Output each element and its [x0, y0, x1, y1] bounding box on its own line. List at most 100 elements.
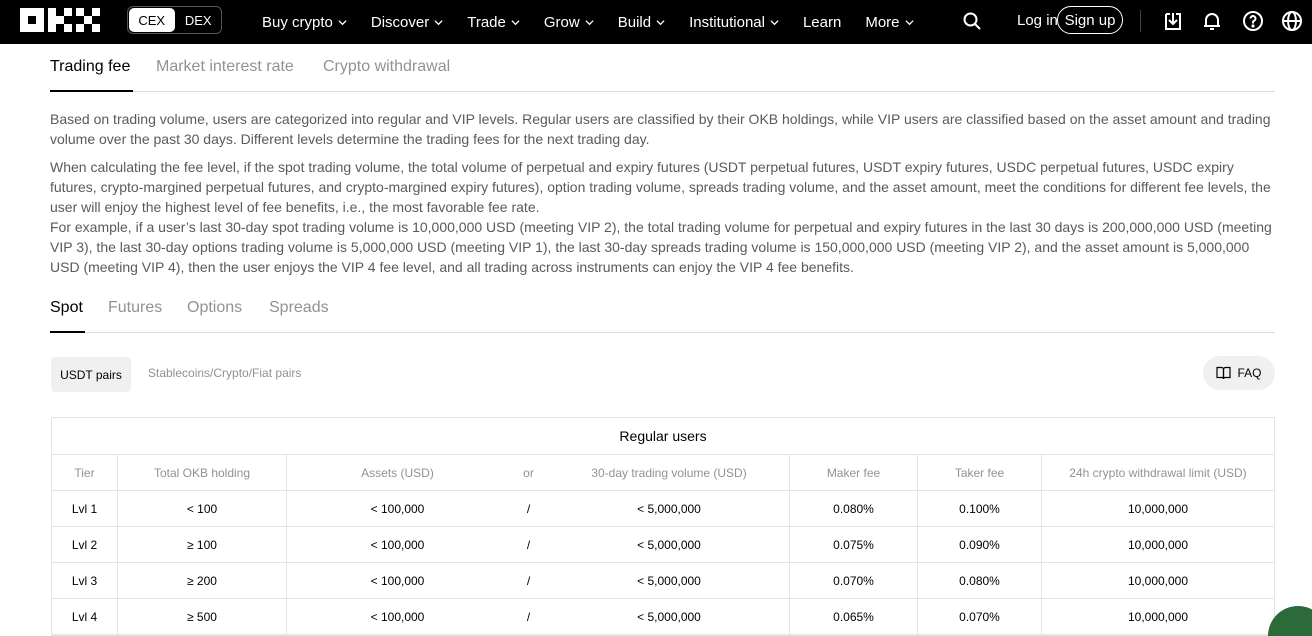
chevron-down-icon — [904, 19, 914, 25]
header-withdrawal-limit: 24h crypto withdrawal limit (USD) — [1069, 465, 1247, 480]
faq-label: FAQ — [1237, 366, 1262, 380]
cell-taker-fee: 0.070% — [918, 599, 1042, 634]
tab-market-interest-rate[interactable]: Market interest rate — [156, 58, 294, 76]
exchange-toggle: CEX DEX — [127, 6, 222, 34]
fee-tabs: Trading fee Market interest rate Crypto … — [50, 56, 1275, 92]
cell-tier: Lvl 2 — [52, 527, 118, 562]
header-okb-holding: Total OKB holding — [118, 455, 287, 490]
active-tab-indicator — [50, 331, 85, 333]
nav-label: Grow — [543, 13, 580, 31]
cell-assets: < 100,000 — [370, 609, 425, 624]
cell-tier: Lvl 1 — [52, 491, 118, 526]
help-icon[interactable] — [1242, 10, 1264, 32]
header-taker-fee: Taker fee — [918, 455, 1042, 490]
cex-toggle[interactable]: CEX — [129, 8, 175, 32]
cell-assets: < 100,000 — [370, 537, 425, 552]
filter-usdt-pairs[interactable]: USDT pairs — [51, 357, 131, 392]
faq-button[interactable]: FAQ — [1203, 356, 1275, 390]
active-tab-indicator — [50, 90, 133, 92]
cell-assets: < 100,000 — [370, 573, 425, 588]
nav-buy-crypto[interactable]: Buy crypto — [262, 14, 347, 31]
cell-maker-fee: 0.075% — [790, 527, 918, 562]
nav-more[interactable]: More — [865, 13, 914, 31]
main-menu: Buy crypto Discover Trade Grow Build Institut… — [262, 0, 938, 44]
cell-withdrawal-limit: 10,000,000 — [1127, 537, 1189, 552]
globe-icon[interactable] — [1281, 10, 1303, 32]
nav-learn[interactable]: Learn — [803, 14, 841, 31]
table-row: Lvl 4 ≥ 500 < 100,000 / < 5,000,000 0.065% 0.0… — [52, 599, 1274, 635]
nav-label: Discover — [370, 13, 430, 31]
chevron-down-icon — [770, 19, 779, 25]
cell-trading-volume: < 5,000,000 — [549, 563, 790, 598]
search-icon[interactable] — [962, 11, 982, 31]
chevron-down-icon — [434, 19, 443, 25]
nav-label: Trade — [467, 13, 506, 31]
cell-taker-fee: 0.080% — [918, 563, 1042, 598]
cell-withdrawal-limit: 10,000,000 — [1127, 609, 1189, 624]
intro-paragraph-2: When calculating the fee level, if the s… — [50, 159, 1271, 215]
book-icon — [1216, 366, 1232, 380]
tab-spreads[interactable]: Spreads — [269, 299, 329, 317]
cell-maker-fee: 0.065% — [790, 599, 918, 634]
cell-withdrawal-limit: 10,000,000 — [1127, 573, 1189, 588]
table-row: Lvl 3 ≥ 200 < 100,000 / < 5,000,000 0.070% 0.0… — [52, 563, 1274, 599]
tab-options[interactable]: Options — [187, 299, 242, 317]
header-or: or — [523, 465, 534, 480]
intro-paragraph-1: Based on trading volume, users are categ… — [50, 111, 1271, 147]
tab-trading-fee[interactable]: Trading fee — [50, 58, 130, 76]
table-caption: Regular users — [52, 418, 1274, 455]
cell-or: / — [526, 609, 531, 624]
nav-build[interactable]: Build — [618, 14, 665, 31]
nav-discover[interactable]: Discover — [371, 14, 443, 31]
okx-logo[interactable] — [20, 8, 100, 32]
cell-or: / — [526, 537, 531, 552]
regular-users-table: Regular users Tier Total OKB holding Asset… — [51, 417, 1275, 636]
table-row: Lvl 2 ≥ 100 < 100,000 / < 5,000,000 0.075% 0.0… — [52, 527, 1274, 563]
cell-okb-holding: ≥ 200 — [118, 563, 287, 598]
cell-taker-fee: 0.090% — [918, 527, 1042, 562]
tab-futures[interactable]: Futures — [108, 299, 162, 317]
cell-taker-fee: 0.100% — [918, 491, 1042, 526]
product-tabs: Spot Futures Options Spreads — [50, 297, 1275, 333]
cell-okb-holding: ≥ 500 — [118, 599, 287, 634]
bell-icon[interactable] — [1201, 10, 1223, 32]
cell-tier: Lvl 4 — [52, 599, 118, 634]
table-row: Lvl 1 < 100 < 100,000 / < 5,000,000 0.080% 0.1… — [52, 491, 1274, 527]
dex-toggle[interactable]: DEX — [176, 7, 222, 33]
cell-or: / — [526, 501, 531, 516]
signup-button[interactable]: Sign up — [1057, 6, 1123, 34]
nav-label: Institutional — [689, 13, 765, 31]
nav-institutional[interactable]: Institutional — [689, 14, 779, 31]
nav-divider — [1140, 10, 1141, 32]
intro-paragraph-3: For example, if a user’s last 30-day spo… — [50, 219, 1272, 275]
cell-trading-volume: < 5,000,000 — [549, 491, 790, 526]
nav-grow[interactable]: Grow — [544, 14, 594, 31]
header-assets: Assets (USD) — [361, 465, 434, 480]
table-header-row: Tier Total OKB holding Assets (USD) or 30-da… — [52, 455, 1274, 491]
cell-maker-fee: 0.080% — [790, 491, 918, 526]
nav-label: Buy crypto — [262, 13, 333, 31]
filter-stablecoins-crypto-fiat[interactable]: Stablecoins/Crypto/Fiat pairs — [148, 366, 301, 380]
nav-trade[interactable]: Trade — [467, 14, 520, 31]
chevron-down-icon — [338, 19, 347, 25]
login-link[interactable]: Log in — [1017, 12, 1058, 29]
header-trading-volume: 30-day trading volume (USD) — [549, 455, 790, 490]
cell-assets: < 100,000 — [370, 501, 425, 516]
nav-label: Learn — [802, 13, 842, 31]
chevron-down-icon — [585, 19, 594, 25]
chevron-down-icon — [511, 19, 520, 25]
nav-label: Build — [617, 13, 652, 31]
header-maker-fee: Maker fee — [790, 455, 918, 490]
tab-spot[interactable]: Spot — [50, 299, 83, 317]
tab-crypto-withdrawal[interactable]: Crypto withdrawal — [323, 58, 450, 76]
header-tier: Tier — [52, 455, 118, 490]
download-icon[interactable] — [1162, 10, 1184, 32]
cell-tier: Lvl 3 — [52, 563, 118, 598]
cell-withdrawal-limit: 10,000,000 — [1127, 501, 1189, 516]
cell-trading-volume: < 5,000,000 — [549, 527, 790, 562]
nav-label: More — [865, 13, 900, 31]
cell-maker-fee: 0.070% — [790, 563, 918, 598]
cell-okb-holding: ≥ 100 — [118, 527, 287, 562]
top-nav: CEX DEX Buy crypto Discover Trade Grow Build… — [0, 0, 1312, 44]
cell-or: / — [526, 573, 531, 588]
